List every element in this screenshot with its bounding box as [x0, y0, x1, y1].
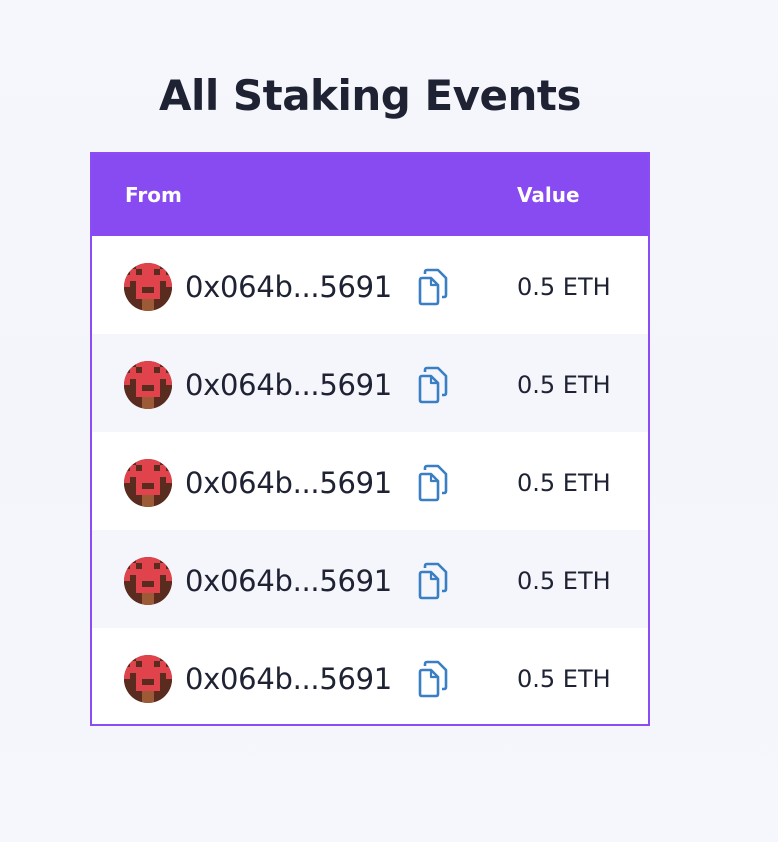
event-value: 0.5 ETH	[517, 665, 611, 693]
from-address: 0x064b...5691	[185, 270, 392, 304]
staking-events-table: From Value 0x064b...5691 0.5 ETH 0x064b.…	[90, 152, 650, 726]
pixel-avatar-icon	[124, 459, 172, 507]
table-body: 0x064b...5691 0.5 ETH 0x064b...5691 0.5 …	[92, 236, 648, 724]
from-address: 0x064b...5691	[185, 662, 392, 696]
event-value: 0.5 ETH	[517, 567, 611, 595]
copy-icon[interactable]	[416, 268, 450, 306]
event-value: 0.5 ETH	[517, 469, 611, 497]
copy-icon[interactable]	[416, 366, 450, 404]
pixel-avatar-icon	[124, 361, 172, 409]
table-row: 0x064b...5691 0.5 ETH	[92, 432, 648, 530]
column-header-from: From	[125, 183, 182, 207]
copy-icon[interactable]	[416, 562, 450, 600]
pixel-avatar-icon	[124, 655, 172, 703]
event-value: 0.5 ETH	[517, 371, 611, 399]
table-row: 0x064b...5691 0.5 ETH	[92, 236, 648, 334]
from-address: 0x064b...5691	[185, 368, 392, 402]
column-header-value: Value	[517, 183, 580, 207]
table-row: 0x064b...5691 0.5 ETH	[92, 628, 648, 724]
table-row: 0x064b...5691 0.5 ETH	[92, 334, 648, 432]
page-title: All Staking Events	[158, 71, 582, 120]
pixel-avatar-icon	[124, 263, 172, 311]
from-address: 0x064b...5691	[185, 466, 392, 500]
event-value: 0.5 ETH	[517, 273, 611, 301]
table-row: 0x064b...5691 0.5 ETH	[92, 530, 648, 628]
pixel-avatar-icon	[124, 557, 172, 605]
copy-icon[interactable]	[416, 660, 450, 698]
copy-icon[interactable]	[416, 464, 450, 502]
table-header: From Value	[92, 154, 648, 236]
from-address: 0x064b...5691	[185, 564, 392, 598]
